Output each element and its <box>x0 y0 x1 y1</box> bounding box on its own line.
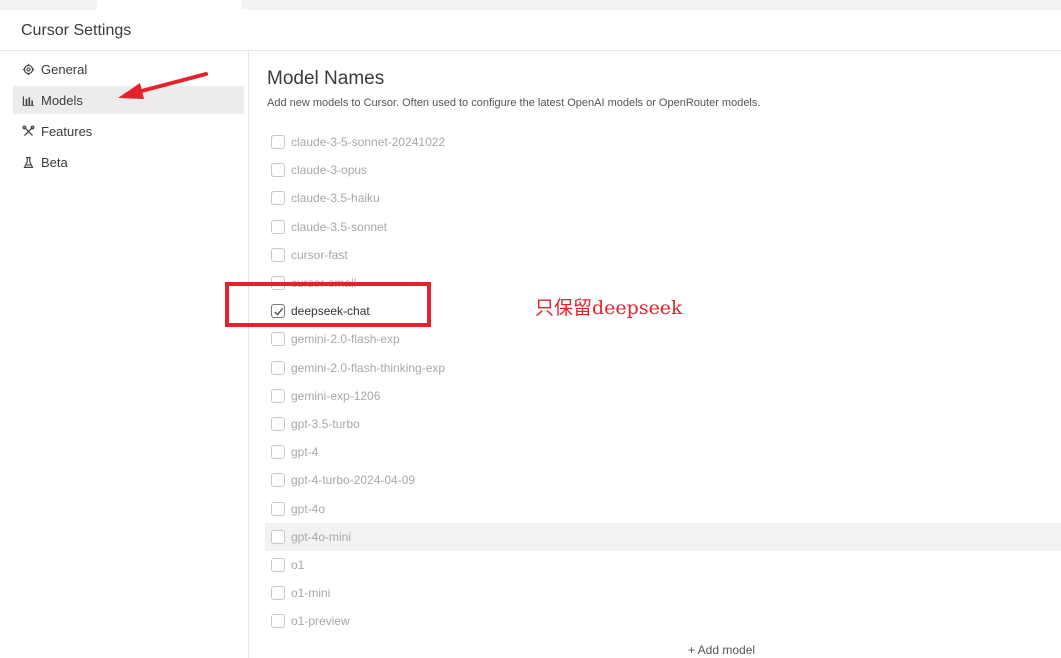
model-checkbox[interactable] <box>271 332 285 347</box>
sidebar-item-features[interactable]: Features <box>13 117 244 145</box>
red-arrow-annotation <box>118 72 208 99</box>
model-checkbox[interactable] <box>271 557 285 572</box>
model-label: gpt-3.5-turbo <box>291 416 360 431</box>
model-checkbox[interactable] <box>271 388 285 403</box>
model-row[interactable]: o1-mini <box>267 579 1061 607</box>
model-label: o1-mini <box>291 586 331 601</box>
model-checkbox[interactable] <box>271 416 285 431</box>
annotation-text: 只保留deepseek <box>535 297 683 319</box>
model-row[interactable]: o1-preview <box>267 607 1061 635</box>
model-label: gpt-4o-mini <box>291 529 352 544</box>
model-label: gpt-4 <box>291 445 319 460</box>
model-row[interactable]: o1 <box>267 551 1061 579</box>
model-checkbox[interactable] <box>271 445 285 460</box>
section-title: Model Names <box>267 68 385 89</box>
model-row[interactable]: gpt-4o-mini <box>265 522 1061 551</box>
model-checkbox[interactable] <box>271 247 285 262</box>
model-row[interactable]: gemini-2.0-flash-thinking-exp <box>267 354 1061 382</box>
model-label: gpt-4-turbo-2024-04-09 <box>291 473 416 488</box>
model-list: claude-3-5-sonnet-20241022 claude-3-opus c… <box>265 128 1061 635</box>
gear-icon <box>21 62 35 76</box>
model-label: o1-preview <box>291 614 350 629</box>
sidebar-item-beta[interactable]: Beta <box>13 148 244 176</box>
model-checkbox[interactable] <box>271 191 285 206</box>
model-label: gpt-4o <box>291 501 326 516</box>
model-checkbox[interactable] <box>271 163 285 178</box>
model-row[interactable]: gpt-4-turbo-2024-04-09 <box>267 466 1061 494</box>
tab-bar <box>0 0 1061 10</box>
model-checkbox[interactable] <box>271 135 285 150</box>
flask-icon <box>21 155 35 169</box>
page-title: Cursor Settings <box>21 22 132 39</box>
red-highlight-box <box>225 282 431 327</box>
sidebar-divider <box>248 50 249 658</box>
model-checkbox[interactable] <box>271 614 285 629</box>
model-row[interactable]: gemini-exp-1206 <box>267 382 1061 410</box>
model-checkbox[interactable] <box>271 501 285 516</box>
header-divider <box>0 50 1061 51</box>
section-description: Add new models to Cursor. Often used to … <box>267 97 761 109</box>
model-row[interactable]: gpt-4o <box>267 494 1061 522</box>
model-label: claude-3-5-sonnet-20241022 <box>291 135 446 150</box>
model-checkbox[interactable] <box>271 586 285 601</box>
model-row[interactable]: claude-3.5-haiku <box>267 184 1061 212</box>
model-names-section: Model Names Add new models to Cursor. Of… <box>267 60 1061 109</box>
model-row[interactable]: cursor-fast <box>267 241 1061 269</box>
sidebar-item-label: Features <box>41 123 93 139</box>
model-label: gemini-2.0-flash-exp <box>291 332 400 347</box>
bar-chart-icon <box>21 93 35 107</box>
model-row[interactable]: claude-3-opus <box>267 156 1061 184</box>
model-label: o1 <box>291 557 305 572</box>
model-checkbox[interactable] <box>271 529 285 544</box>
model-label: claude-3.5-haiku <box>291 191 380 206</box>
sidebar-item-label: Models <box>41 92 83 108</box>
tools-icon <box>21 124 35 138</box>
model-checkbox[interactable] <box>271 473 285 488</box>
model-checkbox[interactable] <box>271 219 285 234</box>
model-checkbox[interactable] <box>271 360 285 375</box>
model-row[interactable]: claude-3-5-sonnet-20241022 <box>267 128 1061 156</box>
model-label: gemini-exp-1206 <box>291 388 381 403</box>
sidebar-item-label: General <box>41 61 88 77</box>
sidebar-item-label: Beta <box>41 154 68 170</box>
model-label: claude-3-opus <box>291 163 368 178</box>
model-row[interactable]: claude-3.5-sonnet <box>267 213 1061 241</box>
model-row[interactable]: gemini-2.0-flash-exp <box>267 325 1061 353</box>
model-row[interactable]: gpt-3.5-turbo <box>267 410 1061 438</box>
model-label: cursor-fast <box>291 247 348 262</box>
model-row[interactable]: gpt-4 <box>267 438 1061 466</box>
tab-cursor-settings[interactable] <box>97 0 241 10</box>
model-label: claude-3.5-sonnet <box>291 219 388 234</box>
model-label: gemini-2.0-flash-thinking-exp <box>291 360 446 375</box>
add-model-button[interactable]: + Add model <box>688 643 755 657</box>
